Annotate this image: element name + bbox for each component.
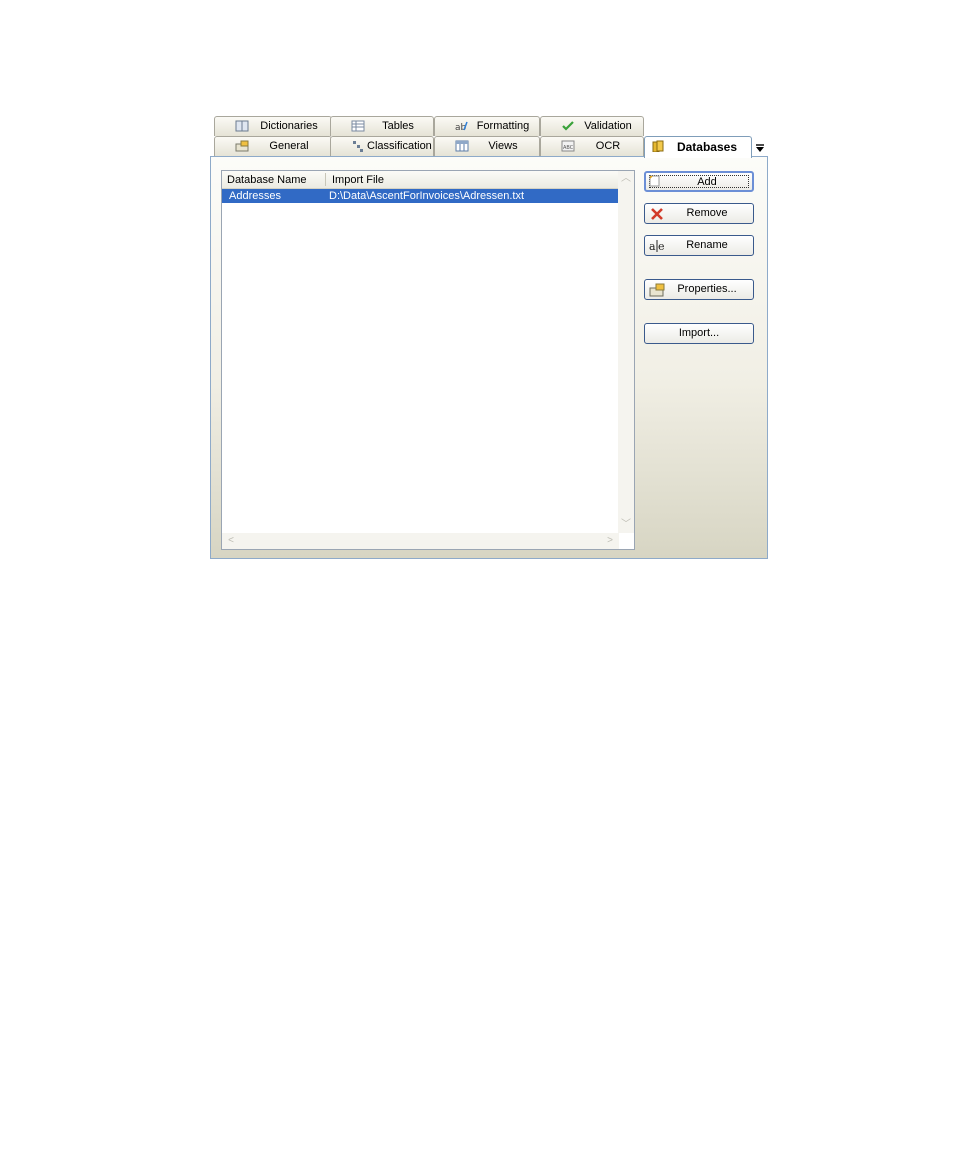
database-list[interactable]: Database Name Import File Addresses D:\D… [221,170,635,550]
database-name-cell: Addresses [229,190,281,202]
tab-label: Validation [584,120,632,132]
tab-label: Databases [676,140,738,154]
tab-views[interactable]: Views [434,136,540,156]
scroll-right-icon[interactable]: > [603,534,617,548]
book-icon [235,120,249,132]
column-header-database-name[interactable]: Database Name [227,173,307,187]
properties-button[interactable]: Properties... [644,279,754,300]
database-icon [652,140,664,152]
tab-label: Dictionaries [260,120,318,132]
table-row[interactable]: Addresses D:\Data\AscentForInvoices\Adre… [222,189,619,203]
tab-dictionaries[interactable]: Dictionaries [214,116,332,136]
chevron-down-icon [756,144,764,152]
tab-label: OCR [595,140,621,152]
column-header-import-file[interactable]: Import File [332,173,384,187]
column-divider[interactable] [325,173,326,186]
table-icon [351,120,365,132]
import-file-cell: D:\Data\AscentForInvoices\Adressen.txt [329,190,525,202]
properties-icon [235,140,249,152]
rename-button-label: Rename [686,239,728,251]
rename-button[interactable]: a e Rename [644,235,754,256]
tab-validation[interactable]: Validation [540,116,644,136]
scroll-down-icon[interactable]: ﹀ [619,518,633,532]
tab-label: Views [488,140,518,152]
tab-tables[interactable]: Tables [330,116,434,136]
tab-label: General [269,140,309,152]
remove-button-label: Remove [686,207,728,219]
databases-panel: Database Name Import File Addresses D:\D… [210,156,768,559]
tab-label: Classification [367,140,432,152]
properties-button-label: Properties... [677,283,737,295]
tab-label: Tables [382,120,414,132]
scroll-up-icon[interactable]: ︿ [619,172,633,186]
tab-formatting[interactable]: ab Formatting [434,116,540,136]
grid-icon [455,140,469,152]
tab-databases[interactable]: Databases [644,136,752,158]
vertical-scrollbar[interactable]: ︿ ﹀ [618,171,634,533]
tab-general[interactable]: General [214,136,332,156]
list-header: Database Name Import File [222,171,619,189]
database-settings-window: Dictionaries Tables ab Formatting Valida… [210,116,768,559]
spelling-icon: ab [455,121,468,132]
remove-button[interactable]: Remove [644,203,754,224]
tab-classification[interactable]: Classification [330,136,434,156]
scroll-left-icon[interactable]: < [224,534,238,548]
import-button-label: Import... [678,327,720,339]
svg-text:ABC: ABC [563,145,574,151]
add-button[interactable]: Add [644,171,754,192]
checkmark-icon [562,121,574,131]
tab-overflow-dropdown[interactable] [754,142,766,154]
tab-label: Formatting [476,120,530,132]
tree-icon [353,141,363,152]
import-button[interactable]: Import... [644,323,754,344]
tab-ocr[interactable]: ABC OCR [540,136,644,156]
add-button-label: Add [697,176,717,188]
horizontal-scrollbar[interactable]: < > [222,533,619,549]
abc-icon: ABC [561,140,575,152]
